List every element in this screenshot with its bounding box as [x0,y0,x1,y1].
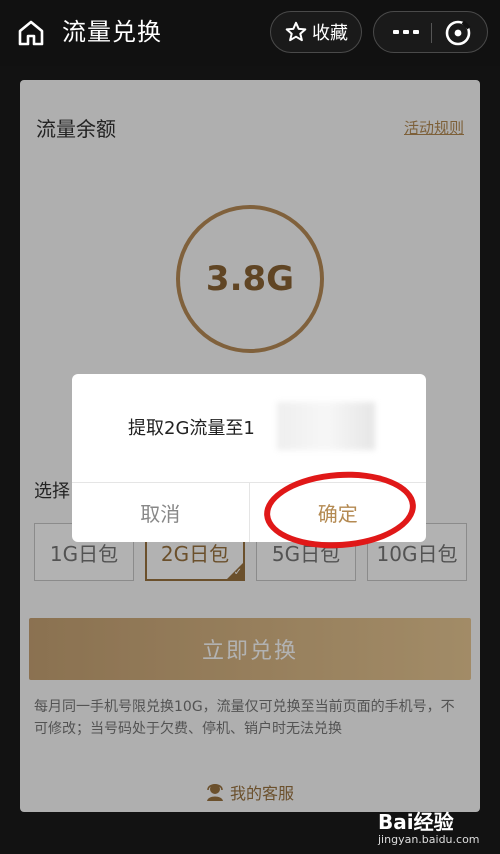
home-button[interactable] [14,16,48,50]
cancel-button[interactable]: 取消 [72,483,250,542]
page-title: 流量兑换 [62,18,162,46]
dialog-message: 提取2G流量至1 [128,418,255,439]
star-icon [285,21,307,42]
close-mini-program-button[interactable] [438,14,478,52]
watermark-url: jingyan.baidu.com [378,833,480,846]
mini-program-capsule [373,11,488,53]
home-icon [18,20,44,46]
watermark-brand: Bai经验 [378,810,454,834]
more-button[interactable] [384,12,428,52]
redacted-phone-number [277,402,375,450]
baidu-jingyan-watermark: Bai经验 jingyan.baidu.com [378,806,480,846]
capsule-divider [431,23,432,43]
favorite-label: 收藏 [312,23,348,44]
top-navigation-bar: 流量兑换 收藏 [0,0,500,66]
more-dots-icon [393,30,419,34]
close-target-icon [445,20,471,46]
favorite-button[interactable]: 收藏 [270,11,362,53]
